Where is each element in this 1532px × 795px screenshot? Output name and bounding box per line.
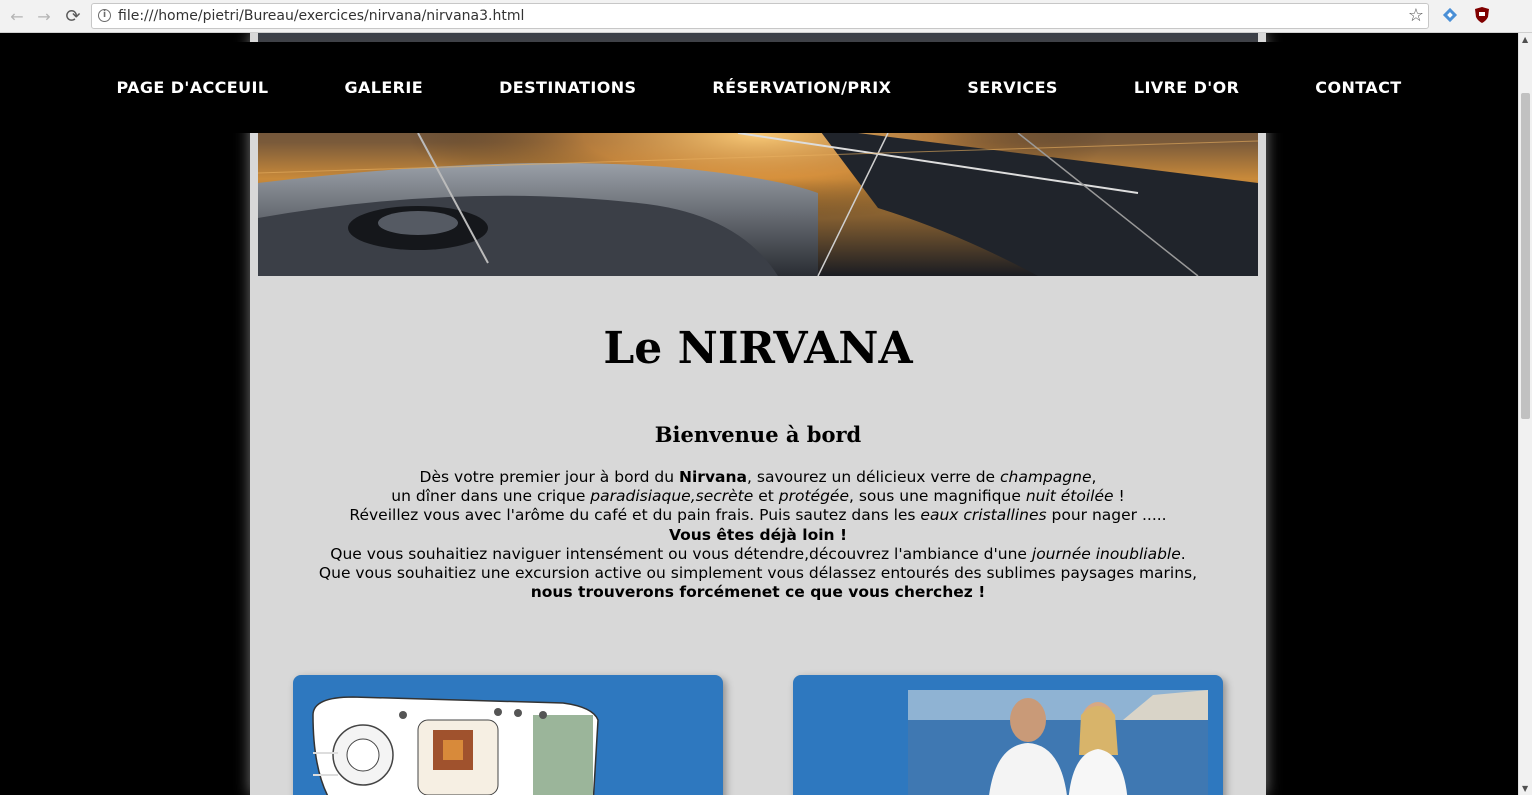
crew-photo-image [908, 690, 1208, 795]
nav-link-galerie[interactable]: GALERIE [344, 78, 423, 97]
scroll-up-arrow-icon[interactable]: ▲ [1522, 35, 1528, 44]
nav-link-livre-dor[interactable]: LIVRE D'OR [1134, 78, 1239, 97]
scrollbar-thumb[interactable] [1521, 93, 1530, 419]
nav-link-accueil[interactable]: PAGE D'ACCEUIL [116, 78, 268, 97]
intro-line: Réveillez vous avec l'arôme du café et d… [349, 506, 1167, 525]
vertical-scrollbar[interactable]: ▲ ▼ [1518, 33, 1532, 795]
boat-deck-plan-image [312, 696, 599, 795]
crew-photo-card[interactable] [793, 675, 1223, 795]
intro-line: Que vous souhaitiez naviguer intensément… [330, 544, 1186, 563]
info-icon[interactable]: i [98, 9, 111, 22]
back-icon[interactable]: ← [6, 5, 28, 27]
intro-line: Vous êtes déjà loin ! [668, 525, 848, 544]
url-text[interactable]: file:///home/pietri/Bureau/exercices/nir… [118, 8, 524, 24]
nav-link-contact[interactable]: CONTACT [1315, 78, 1401, 97]
nav-link-destinations[interactable]: DESTINATIONS [499, 78, 636, 97]
nav-link-reservation[interactable]: RÉSERVATION/PRIX [712, 78, 891, 97]
intro-line: un dîner dans une crique paradisiaque,se… [391, 487, 1125, 506]
browser-toolbar: ← → ⟳ i file:///home/pietri/Bureau/exerc… [0, 0, 1532, 33]
reload-icon[interactable]: ⟳ [62, 5, 84, 27]
nav-link-services[interactable]: SERVICES [967, 78, 1058, 97]
main-navigation: PAGE D'ACCEUIL GALERIE DESTINATIONS RÉSE… [0, 42, 1518, 133]
forward-icon[interactable]: → [33, 5, 55, 27]
bookmark-star-icon[interactable]: ☆ [1408, 5, 1424, 26]
intro-line: Que vous souhaitiez une excursion active… [318, 564, 1198, 583]
intro-line: Dès votre premier jour à bord du Nirvana… [419, 468, 1097, 486]
intro-line: nous trouverons forcémenet ce que vous c… [530, 583, 986, 602]
intro-text: Dès votre premier jour à bord du Nirvana… [258, 468, 1258, 602]
ublock-shield-icon[interactable] [1473, 6, 1491, 24]
scroll-down-arrow-icon[interactable]: ▼ [1522, 784, 1528, 793]
welcome-heading: Bienvenue à bord [654, 422, 862, 447]
address-bar[interactable]: i file:///home/pietri/Bureau/exercices/n… [91, 3, 1429, 29]
boat-plan-card[interactable] [293, 675, 723, 795]
page-viewport: PAGE D'ACCEUIL GALERIE DESTINATIONS RÉSE… [0, 33, 1518, 795]
page-title: Le NIRVANA [603, 323, 913, 374]
extension-diamond-icon[interactable] [1441, 6, 1459, 24]
